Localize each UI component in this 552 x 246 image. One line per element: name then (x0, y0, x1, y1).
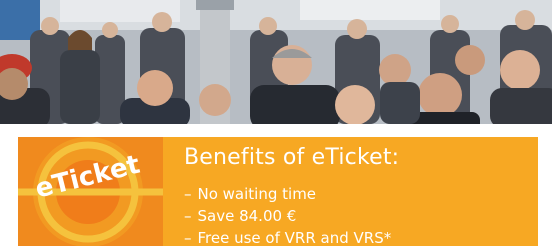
benefit-item: – Free use of VRR and VRS* (184, 227, 391, 246)
benefit-item: – Save 84.00 € (184, 205, 391, 227)
benefits-panel: Benefits of eTicket: – No waiting time – S… (170, 137, 530, 246)
crowd-photo (0, 0, 552, 124)
benefits-title: Benefits of eTicket: (184, 145, 400, 170)
benefit-text: Save 84.00 € (197, 207, 297, 225)
eticket-logo: eTicket (18, 137, 163, 246)
benefit-dash: – (184, 207, 192, 225)
benefit-item: – No waiting time (184, 183, 391, 205)
benefit-dash: – (184, 185, 192, 203)
benefit-text: Free use of VRR and VRS* (197, 229, 392, 246)
eticket-banner[interactable]: eTicket Benefits of eTicket: – No waiting… (18, 137, 538, 246)
benefit-text: No waiting time (197, 185, 317, 203)
benefit-list: – No waiting time – Save 84.00 € – Free use… (184, 183, 391, 246)
page: eTicket Benefits of eTicket: – No waiting… (0, 0, 552, 246)
benefit-dash: – (184, 229, 192, 246)
crowd-illustration (0, 0, 552, 124)
